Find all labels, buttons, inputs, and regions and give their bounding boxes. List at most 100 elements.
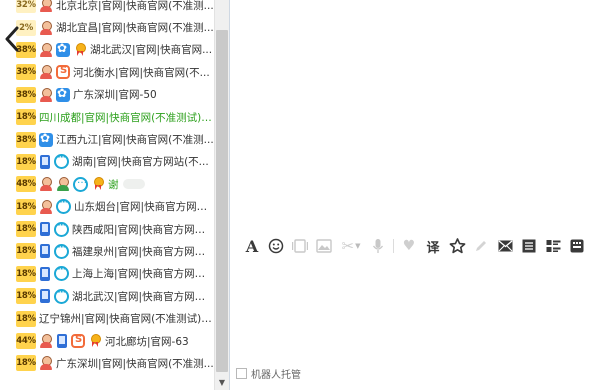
mobile-icon bbox=[40, 289, 50, 304]
person-icon bbox=[39, 87, 53, 102]
gif-icon bbox=[292, 239, 308, 253]
visitor-score-badge: 38% bbox=[16, 131, 36, 148]
message-history bbox=[231, 0, 598, 230]
person-icon bbox=[39, 334, 53, 349]
scissors-icon: ✂ bbox=[341, 237, 355, 255]
keyboard-icon bbox=[570, 239, 584, 253]
visitor-row[interactable]: 18% 广东深圳|官网|快商官网(不准测... bbox=[0, 352, 214, 374]
visitor-name: 广东深圳|官网-50 bbox=[73, 89, 157, 102]
visitor-row[interactable]: 18% 四川成都|官网|快商官网(不准测试)-68 bbox=[0, 106, 214, 128]
visitor-score-badge: 18% bbox=[16, 355, 36, 372]
visitor-row[interactable]: 38% 广东深圳|官网-50 bbox=[0, 84, 214, 106]
robot-hosting-checkbox[interactable] bbox=[236, 368, 247, 379]
star-button[interactable] bbox=[445, 234, 469, 258]
email-button[interactable] bbox=[493, 234, 517, 258]
screenshot-button[interactable]: ✂ ▼ bbox=[336, 234, 366, 258]
s-logo-icon bbox=[71, 334, 85, 349]
voice-button[interactable] bbox=[366, 234, 390, 258]
chat-bubble-icon bbox=[54, 152, 69, 170]
heart-icon: ♥ bbox=[402, 238, 416, 254]
chevron-down-icon: ▼ bbox=[355, 242, 361, 250]
list-icon bbox=[522, 239, 536, 253]
visitor-row[interactable]: 38% 江西九江|官网|快商官网(不准测... bbox=[0, 128, 214, 150]
visitor-score-badge: 32% bbox=[16, 0, 36, 14]
person-icon bbox=[39, 199, 53, 214]
visitor-score-badge: 18% bbox=[16, 198, 36, 215]
visitor-score-badge: 18% bbox=[16, 221, 36, 238]
visitor-row[interactable]: 44% 河北廊坊|官网-63 bbox=[0, 330, 214, 352]
visitor-name: 四川成都|官网|快商官网(不准测试)-68 bbox=[39, 111, 214, 124]
visitor-score-badge: 18% bbox=[16, 109, 36, 126]
chat-workspace: 32% 北京北京|官网|快商官网(不准测... 2% 湖北宜昌|官网|快商官网(不准测… bbox=[0, 0, 598, 390]
visitor-name: 湖北宜昌|官网|快商官网(不准测... bbox=[56, 22, 214, 35]
person-icon bbox=[39, 42, 53, 57]
form-icon bbox=[546, 240, 560, 252]
award-icon bbox=[73, 42, 87, 57]
chat-area: A ✂ ▼ ♥ 译 机器人托管 bbox=[231, 0, 598, 390]
robot-hosting-label: 机器人托管 bbox=[251, 370, 301, 381]
emoji-button[interactable] bbox=[264, 234, 288, 258]
paw-icon bbox=[56, 41, 70, 57]
visitor-row[interactable]: 38% 河北衡水|官网|快商官网(不... bbox=[0, 61, 214, 83]
visitor-name: 河北衡水|官网|快商官网(不... bbox=[73, 66, 210, 79]
award-icon bbox=[91, 177, 105, 191]
visitor-row[interactable]: 38%湖北武汉|官网|快商官网... bbox=[0, 39, 214, 61]
visitor-row[interactable]: 18% 山东烟台|官网|快商官方网站... bbox=[0, 196, 214, 218]
font-button[interactable]: A bbox=[240, 234, 264, 258]
back-arrow-icon[interactable] bbox=[3, 26, 21, 52]
list-button[interactable] bbox=[517, 234, 541, 258]
mobile-icon bbox=[40, 266, 50, 281]
mobile-icon bbox=[57, 334, 67, 349]
visitor-name: 湖南|官网|快商官方网站(不... bbox=[72, 156, 209, 169]
chat-bubble-icon bbox=[56, 197, 71, 215]
visitor-score-badge: 18% bbox=[16, 243, 36, 260]
person-icon bbox=[39, 20, 53, 35]
gif-button[interactable] bbox=[288, 234, 312, 258]
visitor-score-badge: 18% bbox=[16, 153, 36, 170]
person-icon bbox=[56, 177, 70, 192]
visitor-name: 福建泉州|官网|快商官方网站... bbox=[72, 245, 214, 258]
mobile-icon bbox=[40, 244, 50, 259]
visitor-name: 辽宁锦州|官网|快商官网(不准测试)-57 bbox=[39, 313, 214, 326]
visitor-score-badge: 38% bbox=[16, 64, 36, 81]
visitor-name: 湖北武汉|官网|快商官方网站... bbox=[72, 290, 214, 303]
robot-hosting-toggle[interactable]: 机器人托管 bbox=[236, 366, 301, 381]
visitor-name: 陕西咸阳|官网|快商官方网站... bbox=[72, 223, 214, 236]
award-icon bbox=[88, 334, 102, 348]
scroll-down-icon[interactable]: ▼ bbox=[215, 376, 229, 390]
visitor-row[interactable]: 2% 湖北宜昌|官网|快商官网(不准测... bbox=[0, 16, 214, 38]
star-icon bbox=[449, 238, 465, 254]
microphone-icon bbox=[372, 239, 384, 253]
edit-button[interactable] bbox=[469, 234, 493, 258]
visitor-row[interactable]: 18% 辽宁锦州|官网|快商官网(不准测试)-57 bbox=[0, 307, 214, 329]
scrollbar-thumb[interactable] bbox=[216, 30, 228, 372]
mail-icon bbox=[498, 240, 512, 252]
visitor-list: 32% 北京北京|官网|快商官网(不准测... 2% 湖北宜昌|官网|快商官网(不准测… bbox=[0, 0, 214, 375]
visitor-row[interactable]: 18% 陕西咸阳|官网|快商官方网站... bbox=[0, 218, 214, 240]
visitor-name: 湖北武汉|官网|快商官网... bbox=[90, 44, 213, 57]
visitor-list-panel: 32% 北京北京|官网|快商官网(不准测... 2% 湖北宜昌|官网|快商官网(不准测… bbox=[0, 0, 230, 390]
image-button[interactable] bbox=[312, 234, 336, 258]
visitor-name: 北京北京|官网|快商官网(不准测... bbox=[56, 0, 214, 12]
visitor-score-badge: 18% bbox=[16, 288, 36, 305]
form-button[interactable] bbox=[541, 234, 565, 258]
visitor-row[interactable]: 18% 湖北武汉|官网|快商官方网站... bbox=[0, 285, 214, 307]
s-logo-icon bbox=[56, 65, 70, 80]
visitor-row[interactable]: 18% 福建泉州|官网|快商官方网站... bbox=[0, 240, 214, 262]
message-input[interactable] bbox=[231, 262, 598, 362]
visitor-row[interactable]: 48% 谢 bbox=[0, 173, 214, 195]
visitor-name: 广东深圳|官网|快商官网(不准测... bbox=[56, 357, 214, 370]
visitor-row[interactable]: 18% 上海上海|官网|快商官方网站... bbox=[0, 263, 214, 285]
font-icon: A bbox=[245, 236, 259, 256]
visitor-name: 山东烟台|官网|快商官方网站... bbox=[74, 201, 214, 214]
more-tools-button[interactable] bbox=[565, 234, 589, 258]
translate-icon: 译 bbox=[426, 240, 440, 256]
favorite-button[interactable]: ♥ bbox=[397, 234, 421, 258]
translate-button[interactable]: 译 bbox=[421, 234, 445, 258]
visitor-score-badge: 18% bbox=[16, 265, 36, 282]
image-icon bbox=[316, 239, 332, 253]
visitor-row[interactable]: 18% 湖南|官网|快商官方网站(不... bbox=[0, 151, 214, 173]
visitor-row[interactable]: 32% 北京北京|官网|快商官网(不准测... bbox=[0, 0, 214, 16]
visitor-list-scrollbar[interactable]: ▼ bbox=[214, 0, 229, 390]
chat-bubble-icon bbox=[54, 287, 69, 304]
